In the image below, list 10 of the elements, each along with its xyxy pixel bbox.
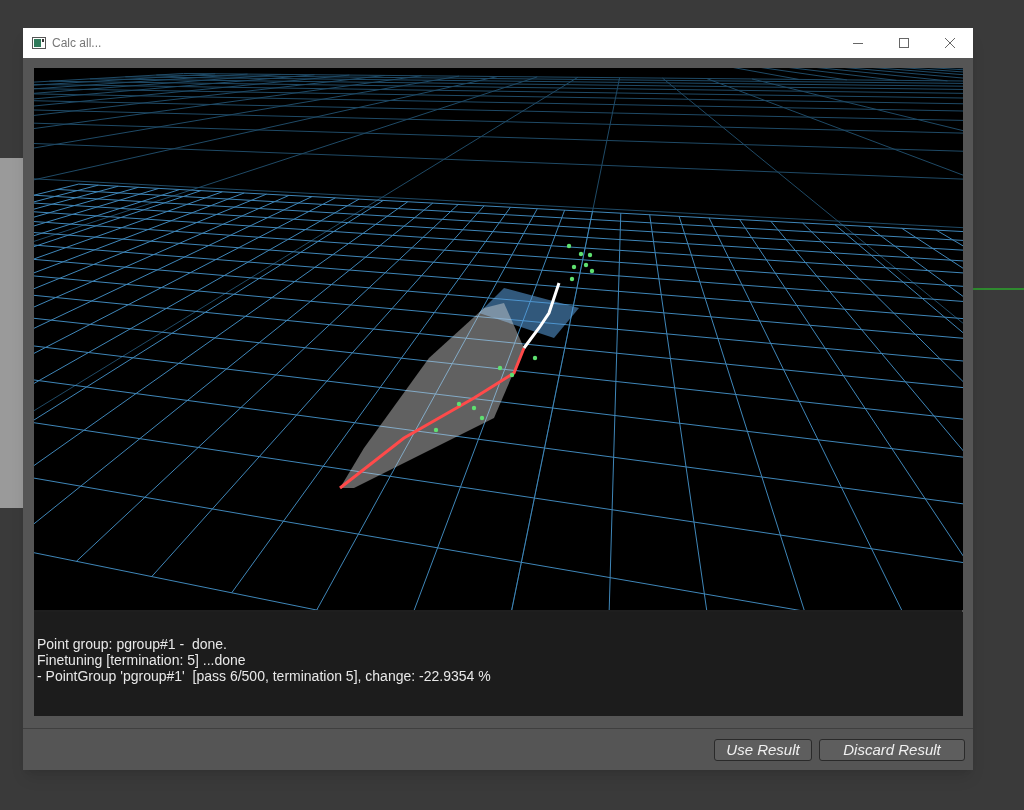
discard-result-button[interactable]: Discard Result (819, 738, 965, 761)
maximize-icon (899, 38, 909, 48)
log-line: - PointGroup 'pgroup#1' [pass 6/500, termination 5], change: -22.9354 % (37, 668, 492, 684)
close-icon (945, 38, 955, 48)
log-line: Point group: pgroup#1 - done. (37, 636, 228, 652)
log-line: Finetuning [termination: 5] ...done (37, 652, 247, 668)
window-title: Calc all... (52, 35, 102, 52)
use-result-button[interactable]: Use Result (714, 738, 812, 761)
line-segment (973, 288, 1024, 290)
app-icon (32, 37, 46, 49)
